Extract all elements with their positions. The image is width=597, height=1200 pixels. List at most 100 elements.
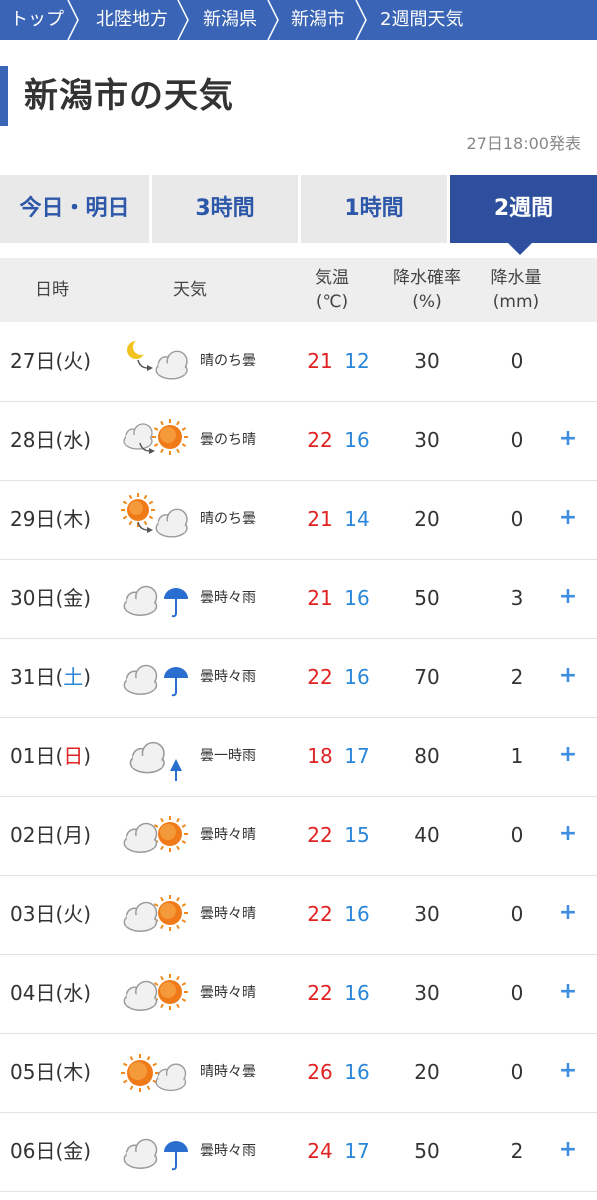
forecast-row[interactable]: 06日(金) 曇時々雨 24 17 50 2 + (0, 1112, 597, 1192)
header-pop-unit: (%) (412, 292, 442, 312)
forecast-tabs: 今日・明日 3時間 1時間 2週間 (0, 175, 597, 243)
row-weather-text: 晴のち曇 (200, 353, 256, 369)
cloudy-occasional-sun-icon (123, 895, 188, 932)
row-weekday: 木 (63, 1060, 84, 1084)
row-low-temp: 16 (344, 981, 370, 1005)
row-day: 02日( (10, 823, 64, 847)
row-day: 06日( (10, 1139, 64, 1163)
cloudy-then-sunny-icon (123, 419, 188, 455)
row-precip-amount: 0 (510, 507, 524, 531)
forecast-row[interactable]: 01日(日) 曇一時雨 18 17 80 1 + (0, 717, 597, 797)
expand-row-button[interactable]: + (556, 717, 580, 793)
page-title: 新潟市の天気 (24, 76, 234, 116)
breadcrumb-separator-icon (355, 0, 367, 40)
row-precip-probability: 70 (414, 665, 440, 689)
expand-row-button[interactable]: + (556, 480, 580, 556)
expand-row-button[interactable]: + (556, 638, 580, 714)
forecast-row[interactable]: 28日(水) 曇のち晴 22 16 30 0 + (0, 401, 597, 481)
row-precip-probability: 50 (414, 586, 440, 610)
header-weather: 天気 (173, 280, 207, 300)
expand-row-button[interactable]: + (556, 796, 580, 872)
row-day: 28日( (10, 428, 64, 452)
forecast-row[interactable]: 29日(木) 晴のち曇 21 14 20 0 + (0, 480, 597, 560)
forecast-row[interactable]: 02日(月) 曇時々晴 22 15 40 0 + (0, 796, 597, 876)
row-high-temp: 24 (307, 1139, 333, 1163)
forecast-row[interactable]: 31日(土) 曇時々雨 22 16 70 2 + (0, 638, 597, 718)
breadcrumb-hokuriku[interactable]: 北陸地方 (96, 0, 168, 40)
breadcrumb: トップ 北陸地方 新潟県 新潟市 2週間天気 (0, 0, 597, 40)
row-low-temp: 16 (344, 665, 370, 689)
row-precip-probability: 30 (414, 902, 440, 926)
row-low-temp: 16 (344, 1060, 370, 1084)
forecast-row[interactable]: 30日(金) 曇時々雨 21 16 50 3 + (0, 559, 597, 639)
row-day: 03日( (10, 902, 64, 926)
row-date-close: ) (83, 1060, 92, 1084)
cloudy-occasional-sun-icon (123, 974, 188, 1011)
expand-row-button[interactable]: + (556, 875, 580, 951)
row-weekday: 水 (63, 428, 84, 452)
header-temp: 気温 (℃) (300, 266, 364, 314)
tab-today-tomorrow[interactable]: 今日・明日 (0, 175, 149, 243)
expand-row-button[interactable]: + (556, 401, 580, 477)
row-date: 31日(土) (10, 638, 91, 717)
forecast-row[interactable]: 03日(火) 曇時々晴 22 16 30 0 + (0, 875, 597, 955)
breadcrumb-niigata-city[interactable]: 新潟市 (291, 0, 345, 40)
row-date-close: ) (83, 981, 92, 1005)
row-date: 06日(金) (10, 1112, 91, 1191)
row-high-temp: 21 (307, 349, 333, 373)
row-precip-probability: 20 (414, 1060, 440, 1084)
breadcrumb-separator-icon (67, 0, 79, 40)
row-date: 29日(木) (10, 480, 91, 559)
sunny-then-cloudy-icon (121, 493, 188, 538)
tab-3-hours[interactable]: 3時間 (152, 175, 298, 243)
row-precip-probability: 20 (414, 507, 440, 531)
row-date: 30日(金) (10, 559, 91, 638)
forecast-row: 27日(火) 晴のち曇 21 12 30 0 (0, 322, 597, 402)
row-precip-probability: 30 (414, 428, 440, 452)
row-date-close: ) (83, 1139, 92, 1163)
row-high-temp: 21 (307, 507, 333, 531)
row-high-temp: 26 (307, 1060, 333, 1084)
forecast-row[interactable]: 04日(水) 曇時々晴 22 16 30 0 + (0, 954, 597, 1034)
row-weekday: 金 (63, 1139, 84, 1163)
row-low-temp: 16 (344, 586, 370, 610)
tab-2-weeks[interactable]: 2週間 (450, 175, 597, 243)
expand-row-button[interactable]: + (556, 1112, 580, 1188)
expand-row-button[interactable]: + (556, 954, 580, 1030)
header-datetime: 日時 (35, 280, 69, 300)
row-weekday: 木 (63, 507, 84, 531)
breadcrumb-niigata-pref[interactable]: 新潟県 (203, 0, 257, 40)
cloudy-occasional-rain-icon (123, 664, 188, 697)
row-weather-text: 曇時々晴 (200, 827, 256, 843)
tab-1-hour[interactable]: 1時間 (301, 175, 447, 243)
forecast-row[interactable]: 05日(木) 晴時々曇 26 16 20 0 + (0, 1033, 597, 1113)
row-low-temp: 12 (344, 349, 370, 373)
row-precip-amount: 2 (510, 665, 524, 689)
row-date: 02日(月) (10, 796, 91, 875)
expand-row-button[interactable]: + (556, 1033, 580, 1109)
row-low-temp: 15 (344, 823, 370, 847)
row-high-temp: 22 (307, 981, 333, 1005)
row-precip-probability: 30 (414, 349, 440, 373)
row-date-close: ) (83, 586, 92, 610)
published-time: 27日18:00発表 (466, 134, 581, 153)
breadcrumb-top[interactable]: トップ (10, 0, 64, 40)
row-date: 28日(水) (10, 401, 91, 480)
header-pop: 降水確率 (%) (384, 266, 470, 314)
row-weather-text: 曇時々晴 (200, 906, 256, 922)
row-weather-text: 晴時々曇 (200, 1064, 256, 1080)
row-precip-amount: 3 (510, 586, 524, 610)
row-weather-text: 曇のち晴 (200, 432, 256, 448)
cloudy-brief-rain-icon (129, 741, 182, 781)
row-weather-text: 曇時々雨 (200, 1143, 256, 1159)
cloudy-occasional-sun-icon (123, 816, 188, 853)
row-day: 05日( (10, 1060, 64, 1084)
cloudy-occasional-rain-icon (123, 585, 188, 618)
row-low-temp: 17 (344, 744, 370, 768)
row-day: 01日( (10, 744, 64, 768)
row-high-temp: 21 (307, 586, 333, 610)
expand-row-button[interactable]: + (556, 559, 580, 635)
header-temp-label: 気温 (315, 268, 349, 288)
row-weekday: 金 (63, 586, 84, 610)
row-low-temp: 17 (344, 1139, 370, 1163)
